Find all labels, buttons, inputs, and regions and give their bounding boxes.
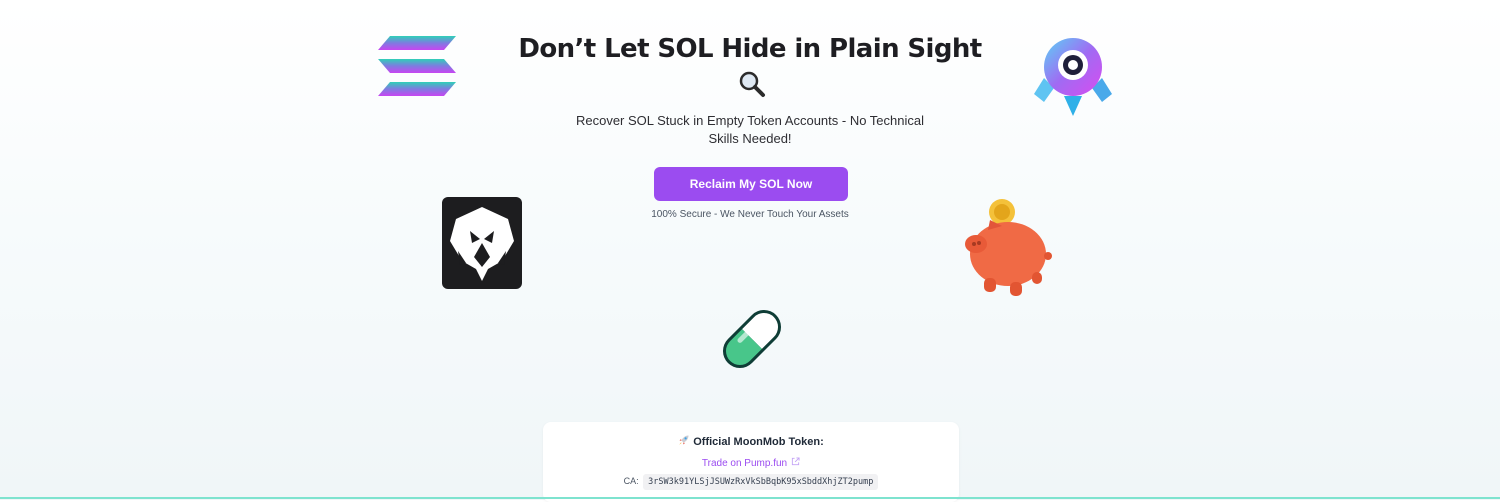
eagle-logo-icon <box>442 197 522 289</box>
reclaim-sol-button[interactable]: Reclaim My SOL Now <box>654 167 848 201</box>
piggy-bank-icon <box>965 199 1052 296</box>
token-card: Official MoonMob Token: Trade on Pump.fu… <box>543 422 959 502</box>
subheadline: Recover SOL Stuck in Empty Token Account… <box>575 113 925 146</box>
rocket-3d-icon <box>1034 38 1112 116</box>
trade-link-label: Trade on Pump.fun <box>701 458 788 469</box>
contract-address-row: CA: 3rSW3k91YLSjJSUWzRxVkSbBqbK95xSbddXh… <box>543 474 959 490</box>
ca-label: CA: <box>623 476 639 486</box>
token-title: Official MoonMob Token: <box>543 434 959 448</box>
solana-logo-icon <box>378 36 456 96</box>
pill-icon <box>722 309 782 369</box>
page-title: Don’t Let SOL Hide in Plain Sight <box>518 34 982 64</box>
secure-note: 100% Secure - We Never Touch Your Assets <box>651 209 849 220</box>
trade-pumpfun-link[interactable]: Trade on Pump.fun <box>543 457 959 469</box>
rocket-icon <box>679 435 689 445</box>
token-title-text: Official MoonMob Token: <box>693 436 824 448</box>
external-link-icon <box>792 457 800 466</box>
contract-address-value[interactable]: 3rSW3k91YLSjJSUWzRxVkSbBqbK95xSbddXhjZT2… <box>643 474 879 490</box>
magnifying-glass-icon <box>739 71 765 97</box>
bottom-accent-line <box>0 497 1500 499</box>
